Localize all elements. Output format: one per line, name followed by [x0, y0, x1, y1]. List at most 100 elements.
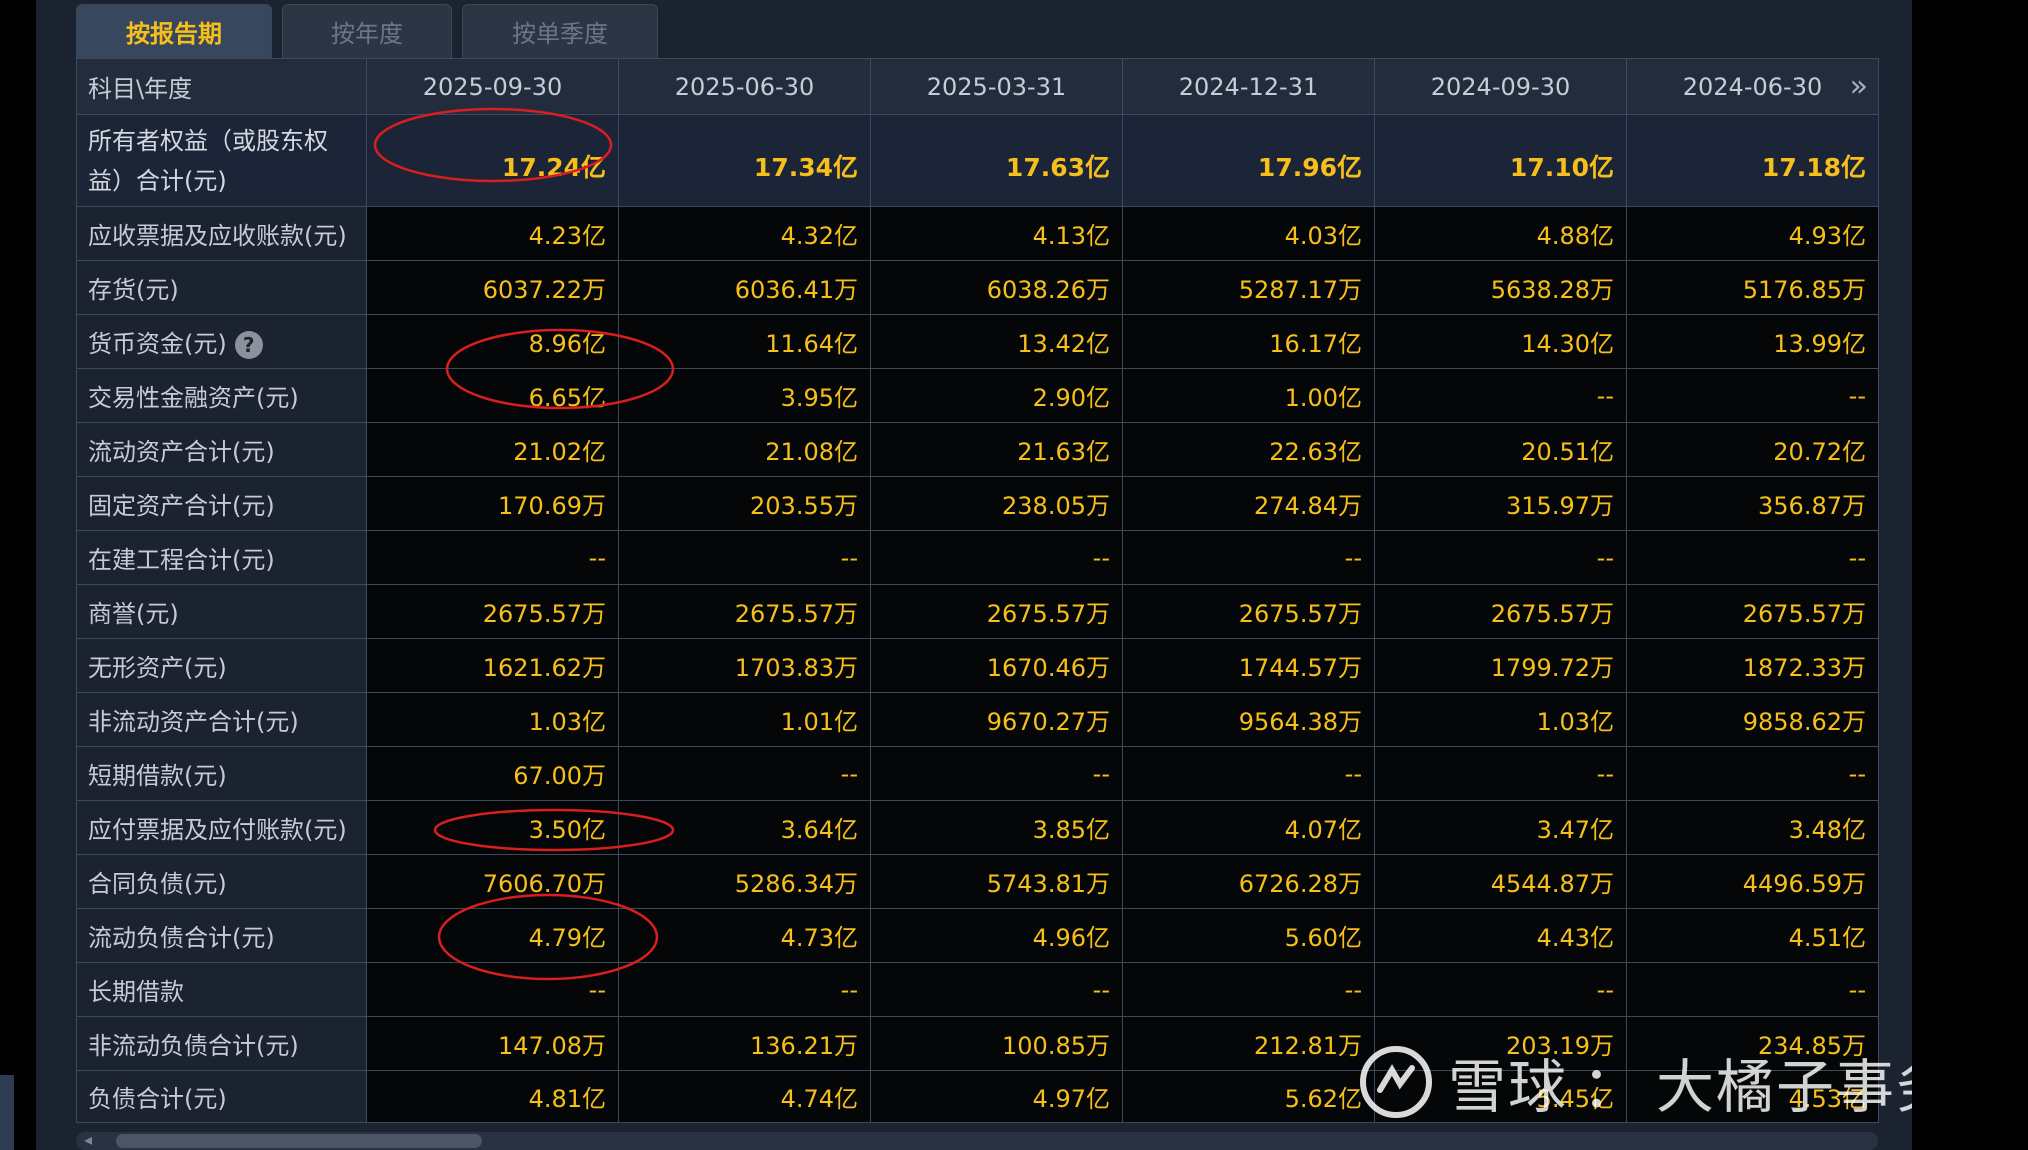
value-cell: 4.97亿 — [870, 1070, 1123, 1123]
value-cell: 21.02亿 — [366, 422, 619, 477]
table-row: 应付票据及应付账款(元) 3.50亿 3.64亿 3.85亿 4.07亿 3.47亿 3.4… — [76, 800, 1879, 855]
tab-by-year[interactable]: 按年度 — [282, 4, 452, 58]
value-cell: 147.08万 — [366, 1016, 619, 1071]
row-label-text: 合同负债(元) — [88, 870, 227, 898]
value-cell: -- — [1374, 368, 1627, 423]
row-label-text: 应付票据及应付账款(元) — [88, 816, 347, 844]
xueqiu-logo-icon — [1360, 1046, 1432, 1118]
value-cell: 8.96亿 — [366, 314, 619, 369]
question-icon[interactable]: ? — [234, 331, 263, 359]
value-cell: 5638.28万 — [1374, 260, 1627, 315]
value-cell: 9858.62万 — [1626, 692, 1879, 747]
corner-header: 科目\年度 — [76, 58, 367, 115]
value-cell: 4.81亿 — [366, 1070, 619, 1123]
value-cell: -- — [618, 530, 871, 585]
value-cell: 4.74亿 — [618, 1070, 871, 1123]
value-cell: 6038.26万 — [870, 260, 1123, 315]
value-cell: 9670.27万 — [870, 692, 1123, 747]
value-cell: 1703.83万 — [618, 638, 871, 693]
row-label-text: 存货(元) — [88, 276, 179, 304]
value-cell: 1.03亿 — [1374, 692, 1627, 747]
row-label: 负债合计(元) — [76, 1070, 367, 1123]
table-row: 流动资产合计(元) 21.02亿 21.08亿 21.63亿 22.63亿 20.51亿 2… — [76, 422, 1879, 477]
value-cell: 17.24亿 — [366, 114, 619, 207]
value-cell: -- — [1626, 530, 1879, 585]
scroll-left-icon[interactable]: ◂ — [84, 1130, 92, 1149]
value-cell: 203.55万 — [618, 476, 871, 531]
value-cell: 17.63亿 — [870, 114, 1123, 207]
date-header[interactable]: 2025-06-30 — [618, 58, 871, 115]
row-label-text: 非流动负债合计(元) — [88, 1032, 299, 1060]
row-label-text: 长期借款 — [88, 978, 184, 1006]
row-label-text: 流动负债合计(元) — [88, 924, 275, 952]
value-cell: 14.30亿 — [1374, 314, 1627, 369]
date-header[interactable]: 2025-03-31 — [870, 58, 1123, 115]
value-cell: 3.50亿 — [366, 800, 619, 855]
value-cell: -- — [1122, 962, 1375, 1017]
period-tabs: 按报告期 按年度 按单季度 — [76, 4, 658, 58]
value-cell: 5287.17万 — [1122, 260, 1375, 315]
value-cell: 1.00亿 — [1122, 368, 1375, 423]
value-cell: 5.60亿 — [1122, 908, 1375, 963]
value-cell: 17.34亿 — [618, 114, 871, 207]
tab-by-report-period[interactable]: 按报告期 — [76, 4, 272, 58]
scrollbar-thumb[interactable] — [116, 1134, 482, 1148]
value-cell: 170.69万 — [366, 476, 619, 531]
date-header[interactable]: 2024-06-30 » — [1626, 58, 1879, 115]
value-cell: -- — [1626, 962, 1879, 1017]
value-cell: 4.07亿 — [1122, 800, 1375, 855]
value-cell: -- — [1626, 746, 1879, 801]
value-cell: 4.79亿 — [366, 908, 619, 963]
value-cell: 5.62亿 — [1122, 1070, 1375, 1123]
row-label-text: 无形资产(元) — [88, 654, 227, 682]
value-cell: 4.93亿 — [1626, 206, 1879, 261]
value-cell: 2675.57万 — [1626, 584, 1879, 639]
row-label: 应付票据及应付账款(元) — [76, 800, 367, 855]
value-cell: 6037.22万 — [366, 260, 619, 315]
value-cell: -- — [366, 962, 619, 1017]
table-row: 存货(元) 6037.22万 6036.41万 6038.26万 5287.17万 563… — [76, 260, 1879, 315]
value-cell: 356.87万 — [1626, 476, 1879, 531]
date-header[interactable]: 2025-09-30 — [366, 58, 619, 115]
value-cell: 1799.72万 — [1374, 638, 1627, 693]
value-cell: -- — [1626, 368, 1879, 423]
watermark-brand: 雪球 — [1448, 1053, 1569, 1121]
value-cell: 315.97万 — [1374, 476, 1627, 531]
value-cell: 4.23亿 — [366, 206, 619, 261]
value-cell: 4.88亿 — [1374, 206, 1627, 261]
value-cell: 4.73亿 — [618, 908, 871, 963]
value-cell: 4.32亿 — [618, 206, 871, 261]
value-cell: 100.85万 — [870, 1016, 1123, 1071]
value-cell: -- — [1122, 530, 1375, 585]
table-row: 交易性金融资产(元) 6.65亿 3.95亿 2.90亿 1.00亿 -- -- — [76, 368, 1879, 423]
value-cell: -- — [618, 746, 871, 801]
date-header[interactable]: 2024-12-31 — [1122, 58, 1375, 115]
value-cell: 16.17亿 — [1122, 314, 1375, 369]
row-label: 应收票据及应收账款(元) — [76, 206, 367, 261]
date-header[interactable]: 2024-09-30 — [1374, 58, 1627, 115]
value-cell: 4.96亿 — [870, 908, 1123, 963]
row-label-text: 短期借款(元) — [88, 762, 227, 790]
value-cell: 212.81万 — [1122, 1016, 1375, 1071]
value-cell: 274.84万 — [1122, 476, 1375, 531]
table-row: 商誉(元) 2675.57万 2675.57万 2675.57万 2675.57万 267… — [76, 584, 1879, 639]
balance-sheet-table: 科目\年度 2025-09-30 2025-06-30 2025-03-31 2… — [76, 58, 1879, 1123]
watermark-sep: ： — [1582, 1053, 1643, 1121]
value-cell: 4.13亿 — [870, 206, 1123, 261]
table-row: 所有者权益（或股东权益）合计(元) 17.24亿 17.34亿 17.63亿 17.96… — [76, 114, 1879, 207]
horizontal-scrollbar[interactable]: ◂ — [76, 1130, 1878, 1150]
value-cell: -- — [870, 962, 1123, 1017]
value-cell: 1872.33万 — [1626, 638, 1879, 693]
value-cell: 2675.57万 — [1122, 584, 1375, 639]
value-cell: 1744.57万 — [1122, 638, 1375, 693]
table-row: 合同负债(元) 7606.70万 5286.34万 5743.81万 6726.28万 4… — [76, 854, 1879, 909]
row-label: 无形资产(元) — [76, 638, 367, 693]
row-label: 非流动资产合计(元) — [76, 692, 367, 747]
row-label: 所有者权益（或股东权益）合计(元) — [76, 114, 367, 207]
side-marker — [0, 1075, 14, 1150]
double-chevron-right-icon[interactable]: » — [1850, 71, 1868, 102]
row-label: 存货(元) — [76, 260, 367, 315]
row-label-text: 负债合计(元) — [88, 1085, 227, 1113]
table-row: 流动负债合计(元) 4.79亿 4.73亿 4.96亿 5.60亿 4.43亿 4.51亿 — [76, 908, 1879, 963]
tab-by-single-quarter[interactable]: 按单季度 — [462, 4, 658, 58]
